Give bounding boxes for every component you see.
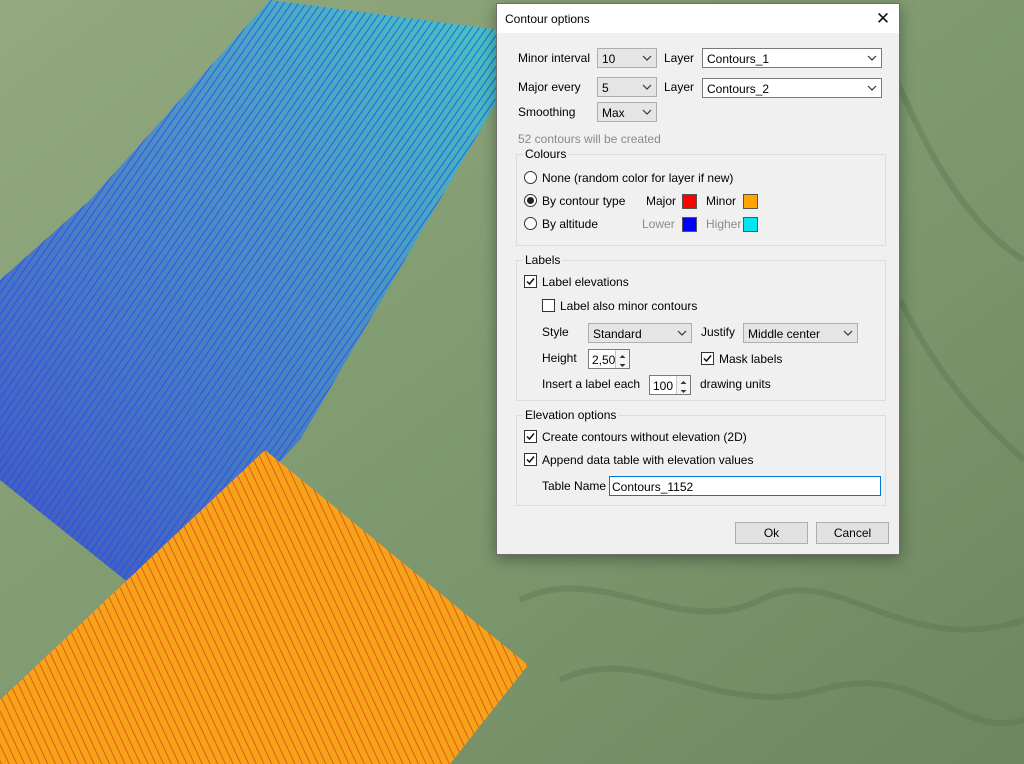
elevation-options-group: Elevation options Create contours withou…	[516, 408, 886, 506]
checkmark-icon	[526, 278, 535, 286]
ok-button[interactable]: Ok	[735, 522, 808, 544]
layer-major-select[interactable]: Contours_2	[702, 78, 882, 98]
major-colour-label: Major	[646, 194, 677, 208]
label-elevations-checkbox[interactable]	[524, 275, 537, 288]
higher-colour-label: Higher	[706, 217, 742, 231]
major-every-label: Major every	[518, 80, 581, 94]
create-2d-label: Create contours without elevation (2D)	[542, 430, 747, 444]
height-stepper[interactable]: 2,50	[588, 349, 630, 369]
minor-colour-swatch[interactable]	[743, 194, 758, 209]
table-name-input[interactable]: Contours_1152	[609, 476, 881, 496]
chevron-down-icon	[642, 109, 652, 115]
chevron-down-icon	[867, 85, 877, 91]
colours-group-title: Colours	[523, 147, 569, 161]
colour-none-radio[interactable]	[524, 171, 537, 184]
minor-interval-value: 10	[602, 52, 616, 66]
chevron-down-icon	[843, 330, 853, 336]
minor-interval-select[interactable]: 10	[597, 48, 657, 68]
higher-colour-swatch[interactable]	[743, 217, 758, 232]
insert-label-stepper[interactable]: 100	[649, 375, 691, 395]
elevation-options-title: Elevation options	[523, 408, 619, 422]
colours-group: Colours None (random color for layer if …	[516, 147, 886, 246]
style-value: Standard	[593, 327, 642, 341]
table-name-value: Contours_1152	[612, 480, 694, 494]
label-elevations-label: Label elevations	[542, 275, 629, 289]
checkmark-icon	[526, 433, 535, 441]
checkmark-icon	[526, 456, 535, 464]
chevron-down-icon	[642, 55, 652, 61]
major-every-value: 5	[602, 81, 609, 95]
colour-by-altitude-label: By altitude	[542, 217, 599, 231]
labels-group: Labels Label elevations Label also minor…	[516, 253, 886, 401]
colour-by-type-label: By contour type	[542, 194, 626, 208]
spin-down-icon[interactable]	[616, 359, 629, 368]
label-minor-label: Label also minor contours	[560, 299, 698, 313]
create-2d-checkbox[interactable]	[524, 430, 537, 443]
colour-by-type-radio[interactable]	[524, 194, 537, 207]
colour-by-altitude-radio[interactable]	[524, 217, 537, 230]
append-table-checkbox[interactable]	[524, 453, 537, 466]
dialog-titlebar: Contour options ✕	[497, 4, 899, 33]
chevron-down-icon	[867, 55, 877, 61]
smoothing-label: Smoothing	[518, 105, 576, 119]
justify-value: Middle center	[748, 327, 821, 341]
chevron-down-icon	[677, 330, 687, 336]
major-every-select[interactable]: 5	[597, 77, 657, 97]
major-colour-swatch[interactable]	[682, 194, 697, 209]
minor-interval-label: Minor interval	[518, 51, 591, 65]
colour-none-label: None (random color for layer if new)	[542, 171, 734, 185]
insert-label-each-label: Insert a label each	[542, 377, 641, 391]
append-table-label: Append data table with elevation values	[542, 453, 754, 467]
smoothing-select[interactable]: Max	[597, 102, 657, 122]
height-value: 2,50	[592, 353, 616, 367]
layer-major-value: Contours_2	[707, 82, 770, 96]
height-label: Height	[542, 351, 577, 365]
dialog-title: Contour options	[505, 12, 590, 26]
layer-minor-label: Layer	[664, 51, 695, 65]
justify-label: Justify	[701, 325, 736, 339]
height-stepper-buttons	[615, 350, 629, 368]
contour-options-dialog: Contour options ✕ Minor interval 10 Laye…	[496, 3, 900, 555]
layer-major-label: Layer	[664, 80, 695, 94]
drawing-units-label: drawing units	[700, 377, 771, 391]
insert-label-value: 100	[653, 379, 674, 393]
lower-colour-label: Lower	[642, 217, 675, 231]
lower-colour-swatch[interactable]	[682, 217, 697, 232]
mask-labels-checkbox[interactable]	[701, 352, 714, 365]
mask-labels-label: Mask labels	[719, 352, 783, 366]
minor-colour-label: Minor	[706, 194, 737, 208]
insert-stepper-buttons	[676, 376, 690, 394]
style-select[interactable]: Standard	[588, 323, 692, 343]
labels-group-title: Labels	[523, 253, 563, 267]
justify-select[interactable]: Middle center	[743, 323, 858, 343]
layer-minor-select[interactable]: Contours_1	[702, 48, 882, 68]
close-icon[interactable]: ✕	[867, 4, 899, 33]
checkmark-icon	[703, 355, 712, 363]
spin-down-icon[interactable]	[677, 385, 690, 394]
layer-minor-value: Contours_1	[707, 52, 770, 66]
table-name-label: Table Name	[542, 479, 607, 493]
contour-count-info: 52 contours will be created	[518, 132, 661, 146]
style-label: Style	[542, 325, 569, 339]
label-minor-checkbox[interactable]	[542, 299, 555, 312]
chevron-down-icon	[642, 84, 652, 90]
smoothing-value: Max	[602, 106, 625, 120]
cancel-button[interactable]: Cancel	[816, 522, 889, 544]
